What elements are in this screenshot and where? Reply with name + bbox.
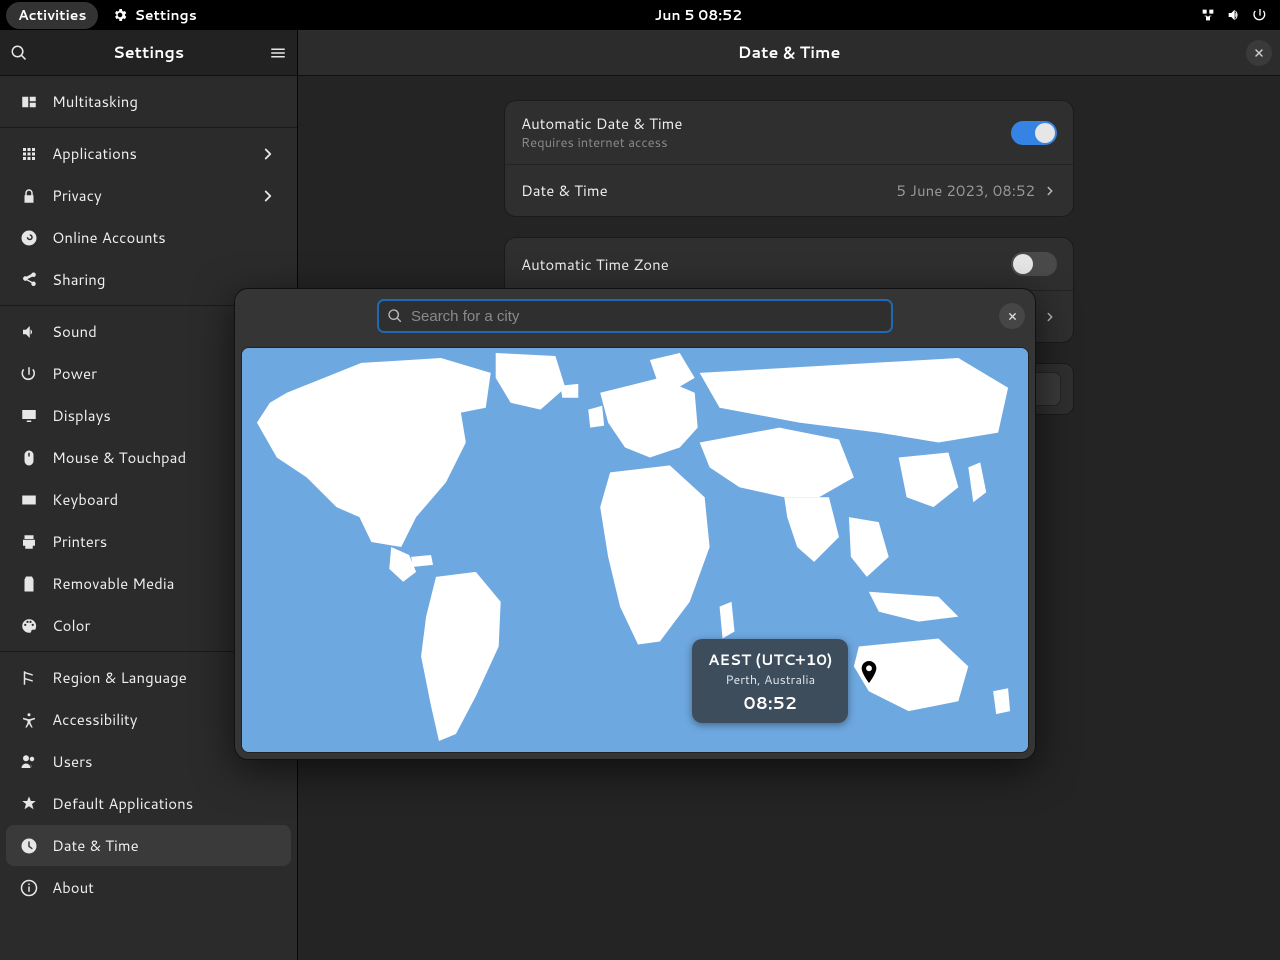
sidebar-item-label: Printers (52, 531, 107, 552)
tz-bubble-city: Perth, Australia (708, 671, 832, 689)
network-icon (1200, 7, 1216, 23)
search-icon (387, 308, 403, 324)
sidebar-item-label: Keyboard (52, 489, 118, 510)
volume-icon (1226, 7, 1242, 23)
sidebar-item-label: Displays (52, 405, 111, 426)
close-button[interactable] (1246, 40, 1272, 66)
sidebar-item-label: Accessibility (52, 709, 138, 730)
topbar-status-area[interactable] (1200, 7, 1268, 23)
tz-bubble-time: 08:52 (708, 691, 832, 715)
sidebar-item-label: Sound (52, 321, 97, 342)
color-icon (20, 617, 38, 635)
online-accounts-icon (20, 229, 38, 247)
auto-tz-title: Automatic Time Zone (521, 254, 669, 275)
about-icon (20, 879, 38, 897)
default-applications-icon (20, 795, 38, 813)
sidebar-item-date-time[interactable]: Date & Time (6, 825, 291, 866)
tz-picker-header (235, 289, 1035, 343)
sidebar-item-label: Mouse & Touchpad (52, 447, 186, 468)
sidebar-item-label: Privacy (52, 185, 102, 206)
mouse-touchpad-icon (20, 449, 38, 467)
displays-icon (20, 407, 38, 425)
sidebar-item-label: Region & Language (52, 667, 187, 688)
chevron-right-icon (1043, 184, 1057, 198)
automatic-datetime-row: Automatic Date & Time Requires internet … (505, 101, 1073, 164)
auto-dt-title: Automatic Date & Time (521, 113, 682, 134)
gear-icon (112, 7, 128, 23)
datetime-card: Automatic Date & Time Requires internet … (504, 100, 1074, 217)
users-icon (20, 753, 38, 771)
search-icon[interactable] (10, 44, 28, 62)
sidebar-item-label: Removable Media (52, 573, 174, 594)
sidebar-item-label: Sharing (52, 269, 105, 290)
privacy-icon (20, 187, 38, 205)
applications-icon (20, 145, 38, 163)
gnome-top-bar: Activities Settings Jun 5 08:52 (0, 0, 1280, 30)
sidebar-item-label: About (52, 877, 94, 898)
topbar-app-label: Settings (134, 5, 196, 25)
printers-icon (20, 533, 38, 551)
sidebar-item-label: Default Applications (52, 793, 193, 814)
sidebar-item-default-applications[interactable]: Default Applications (6, 783, 291, 824)
keyboard-icon (20, 491, 38, 509)
datetime-row[interactable]: Date & Time 5 June 2023, 08:52 (505, 164, 1073, 216)
sidebar-title: Settings (28, 41, 269, 64)
sidebar-item-label: Color (52, 615, 90, 636)
multitasking-icon (20, 93, 38, 111)
timezone-bubble: AEST (UTC+10) Perth, Australia 08:52 (692, 639, 848, 723)
power-icon (20, 365, 38, 383)
accessibility-icon (20, 711, 38, 729)
region-language-icon (20, 669, 38, 687)
close-icon (1253, 47, 1265, 59)
map-pin (860, 661, 878, 683)
tz-bubble-zone: AEST (UTC+10) (708, 649, 832, 670)
removable-media-icon (20, 575, 38, 593)
auto-dt-sub: Requires internet access (521, 134, 682, 152)
hamburger-icon[interactable] (269, 44, 287, 62)
sidebar-item-label: Applications (52, 143, 137, 164)
sharing-icon (20, 271, 38, 289)
dt-row-title: Date & Time (521, 180, 608, 201)
timezone-world-map[interactable]: AEST (UTC+10) Perth, Australia 08:52 (241, 347, 1029, 753)
topbar-app-menu[interactable]: Settings (112, 5, 196, 25)
sidebar-item-label: Date & Time (52, 835, 139, 856)
topbar-clock[interactable]: Jun 5 08:52 (197, 5, 1200, 25)
sidebar-item-multitasking[interactable]: Multitasking (6, 81, 291, 122)
settings-window: Settings Multitasking Applications Privacy… (0, 30, 1280, 960)
sidebar-item-label: Online Accounts (52, 227, 166, 248)
sidebar-item-applications[interactable]: Applications (6, 133, 291, 174)
tz-search-field[interactable] (377, 299, 893, 333)
sidebar-item-privacy[interactable]: Privacy (6, 175, 291, 216)
activities-button[interactable]: Activities (6, 2, 98, 29)
content-title: Date & Time (738, 41, 841, 64)
dt-row-value: 5 June 2023, 08:52 (896, 180, 1035, 201)
sidebar-header: Settings (0, 30, 297, 76)
auto-datetime-switch[interactable] (1011, 121, 1057, 145)
automatic-timezone-row: Automatic Time Zone (505, 238, 1073, 290)
power-icon (1252, 7, 1268, 23)
sidebar-item-label: Users (52, 751, 92, 772)
date-time-icon (20, 837, 38, 855)
content-header: Date & Time (298, 30, 1280, 76)
sidebar-item-label: Power (52, 363, 97, 384)
chevron-right-icon (1043, 310, 1057, 324)
sound-icon (20, 323, 38, 341)
timezone-picker-popover: AEST (UTC+10) Perth, Australia 08:52 (234, 288, 1036, 760)
auto-timezone-switch[interactable] (1011, 252, 1057, 276)
tz-search-input[interactable] (411, 308, 883, 325)
sidebar-item-online-accounts[interactable]: Online Accounts (6, 217, 291, 258)
tz-close-button[interactable] (999, 303, 1025, 329)
close-icon (1007, 311, 1018, 322)
sidebar-item-label: Multitasking (52, 91, 138, 112)
sidebar-item-about[interactable]: About (6, 867, 291, 908)
